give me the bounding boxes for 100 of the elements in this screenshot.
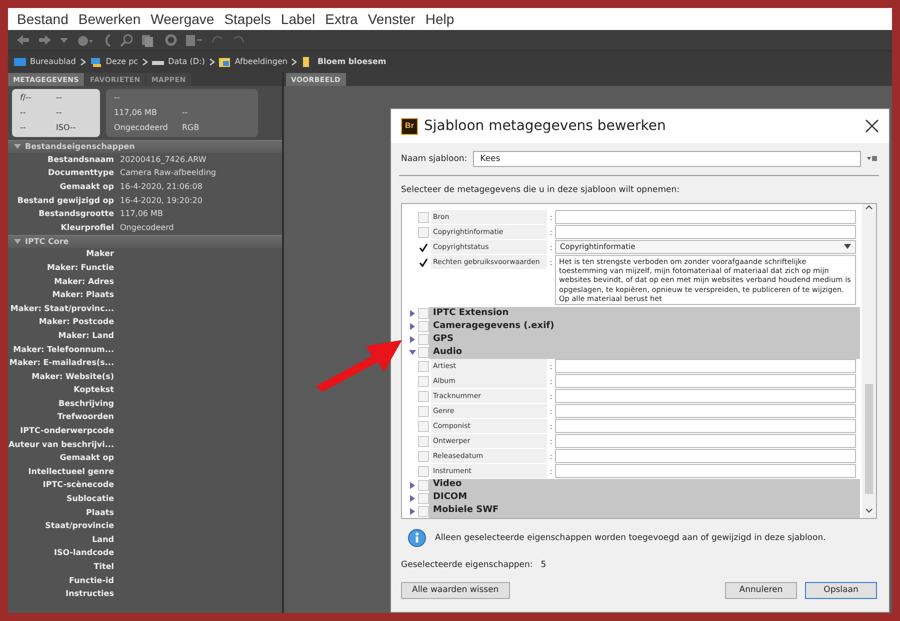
breadcrumb-item[interactable]: Bloem bloesem (317, 56, 386, 68)
pictures-folder-icon (218, 56, 231, 66)
scroll-down-icon[interactable] (865, 508, 873, 514)
disclosure-triangle-icon[interactable] (408, 482, 416, 489)
name-field[interactable]: Kees (473, 151, 861, 167)
text-field[interactable] (555, 404, 856, 418)
property-label: Intellectueel genre (27, 466, 114, 478)
camera-setting-text: ISO-- (56, 122, 77, 134)
disclosure-triangle-icon[interactable] (408, 336, 416, 344)
breadcrumb-item[interactable]: Afbeeldingen (234, 56, 288, 68)
property-label: Bestand gewijzigd op (16, 194, 114, 207)
desktop-icon (14, 56, 26, 66)
section-title: IPTC Core (25, 236, 69, 248)
computer-icon (90, 56, 102, 66)
scroll-thumb[interactable] (865, 384, 873, 494)
file-info-text: Ongecodeerd (114, 122, 169, 134)
property-label: Maker: Website(s) (30, 370, 114, 383)
property-label: Gemaakt op (58, 452, 114, 464)
menu-item[interactable]: Venster (362, 8, 420, 30)
group-label: GPS (429, 333, 860, 346)
text-field[interactable] (555, 448, 856, 463)
property-label: Maker: Plaats (51, 289, 114, 302)
forward-arrow-icon[interactable] (38, 34, 52, 46)
text-field[interactable] (555, 464, 856, 478)
chevron-icon (291, 58, 298, 66)
refresh-icon[interactable] (165, 34, 177, 46)
info-icon (407, 528, 427, 549)
property-label: Auteur van beschrijvi... (8, 438, 114, 451)
chevron-icon (80, 58, 86, 66)
redo-icon[interactable] (232, 34, 245, 46)
menu-item[interactable]: Bewerken (73, 8, 146, 30)
chevron-icon (142, 58, 148, 66)
property-label: IPTC-scènecode (42, 479, 114, 492)
property-label: Staat/provincie (44, 520, 114, 532)
search-icon[interactable] (120, 34, 133, 46)
scroll-up-icon[interactable] (865, 204, 873, 210)
disclosure-triangle-icon[interactable] (408, 323, 416, 330)
cancel-button[interactable]: Annuleren (725, 582, 797, 599)
disclosure-triangle-icon[interactable] (408, 349, 416, 356)
text-field[interactable] (555, 434, 856, 448)
menu-item[interactable]: Label (276, 8, 320, 30)
count-label: Geselecteerde eigenschappen: (401, 558, 533, 572)
camera-setting-text: f/-- (20, 92, 32, 104)
property-label: Trefwoorden (56, 411, 114, 424)
checkbox[interactable] (418, 256, 429, 268)
file-info-text: -- (182, 106, 189, 119)
property-label: Bestandsgrootte (38, 208, 114, 220)
section-header[interactable]: IPTC Core (8, 234, 282, 248)
property-label: IPTC-onderwerpcode (19, 425, 114, 438)
back-arrow-icon[interactable] (16, 34, 30, 46)
camera-setting-text: -- (20, 122, 27, 134)
property-label: Maker: Postcode (38, 316, 114, 328)
breadcrumb-item[interactable]: Bureaublad (30, 56, 76, 68)
property-label: Sublocatie (65, 493, 114, 506)
clear-button[interactable]: Alle waarden wissen (401, 582, 510, 599)
property-label: Koptekst (72, 384, 114, 396)
text-field[interactable] (555, 374, 856, 388)
dialog-title: Sjabloon metagegevens bewerken (424, 116, 667, 136)
checkbox[interactable] (418, 242, 429, 253)
text-field[interactable] (555, 359, 856, 374)
undo-icon[interactable] (211, 34, 224, 46)
close-icon[interactable] (865, 119, 879, 133)
property-label: Kleurprofiel (60, 222, 114, 234)
field-label: Naam sjabloon: (401, 152, 468, 166)
file-info-text: 117,06 MB (114, 106, 158, 119)
disclosure-triangle-icon[interactable] (408, 508, 416, 515)
disclosure-triangle-icon[interactable] (408, 310, 416, 318)
disclosure-triangle-icon[interactable] (408, 494, 416, 502)
text-field[interactable] (555, 418, 856, 433)
property-label: Maker: Functie (46, 262, 114, 274)
save-button[interactable]: Opslaan (805, 582, 877, 599)
property-label: Gemaakt op (58, 180, 114, 193)
property-label: Maker: Adres (53, 276, 114, 288)
menu-item[interactable]: Extra (320, 8, 363, 30)
group-label: Audio (429, 346, 860, 360)
property-label: Maker: E-mailadres(s... (8, 357, 114, 370)
disclosure-triangle-icon[interactable] (14, 144, 21, 150)
section-header[interactable]: Bestandseigenschappen (8, 140, 282, 153)
property-label: Titel (92, 561, 114, 574)
text-field[interactable] (555, 389, 856, 404)
dropdown-caret-icon[interactable] (60, 38, 68, 42)
scrollbar[interactable] (862, 204, 876, 518)
group-label: DICOM (429, 492, 860, 505)
property-value: 20200416_7426.ARW (120, 154, 206, 166)
disclosure-triangle-icon[interactable] (14, 238, 21, 245)
menu-item[interactable]: Weergave (146, 8, 220, 30)
panel-menu-icon[interactable] (867, 156, 877, 162)
property-label: Bestandsnaam (46, 154, 114, 166)
count-value: 5 (540, 558, 546, 572)
breadcrumb-item[interactable]: Data (D:) (168, 56, 205, 68)
text-field[interactable] (555, 224, 856, 239)
group-label: Cameragegevens (.exif) (429, 320, 860, 334)
caret-icon (844, 244, 851, 250)
menu-item[interactable]: Stapels (219, 8, 276, 30)
menu-item[interactable]: Bestand (12, 8, 74, 30)
menu-item[interactable]: Help (420, 8, 460, 30)
property-label: ISO-landcode (53, 547, 114, 560)
property-label: Documenttype (46, 167, 114, 180)
breadcrumb-item[interactable]: Deze pc (106, 56, 138, 68)
text-field[interactable] (555, 210, 856, 224)
